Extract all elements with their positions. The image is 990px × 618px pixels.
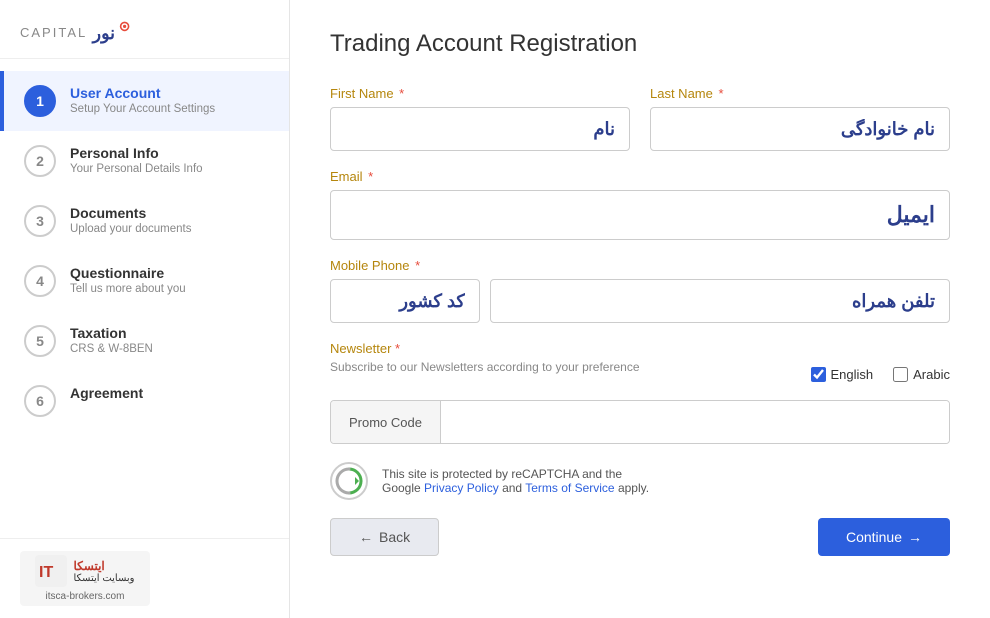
sidebar-item-documents[interactable]: 3 Documents Upload your documents xyxy=(0,191,289,251)
step-sub-5: CRS & W-8BEN xyxy=(70,343,269,355)
recaptcha-icon xyxy=(330,462,368,500)
step-number-2: 2 xyxy=(24,145,56,177)
first-name-group: First Name * xyxy=(330,86,630,151)
step-title-4: Questionnaire xyxy=(70,265,269,281)
sidebar-item-questionnaire[interactable]: 4 Questionnaire Tell us more about you xyxy=(0,251,289,311)
last-name-group: Last Name * xyxy=(650,86,950,151)
sidebar-item-agreement[interactable]: 6 Agreement xyxy=(0,371,289,431)
recaptcha-svg xyxy=(335,467,363,495)
phone-number-input[interactable] xyxy=(490,279,950,323)
promo-input[interactable] xyxy=(441,401,949,443)
phone-row xyxy=(330,279,950,323)
email-group: Email * xyxy=(330,169,950,240)
back-button[interactable]: ← Back xyxy=(330,518,439,556)
newsletter-row: Newsletter * Subscribe to our Newsletter… xyxy=(330,341,950,382)
main-content: Trading Account Registration First Name … xyxy=(290,0,990,618)
step-content-5: Taxation CRS & W-8BEN xyxy=(70,325,269,355)
step-sub-3: Upload your documents xyxy=(70,223,269,235)
promo-label: Promo Code xyxy=(331,401,441,443)
email-input[interactable] xyxy=(330,190,950,240)
recaptcha-text-1: This site is protected by reCAPTCHA and … xyxy=(382,467,622,481)
sidebar-item-taxation[interactable]: 5 Taxation CRS & W-8BEN xyxy=(0,311,289,371)
recaptcha-row: This site is protected by reCAPTCHA and … xyxy=(330,462,950,500)
sidebar-item-personal-info[interactable]: 2 Personal Info Your Personal Details In… xyxy=(0,131,289,191)
step-title-2: Personal Info xyxy=(70,145,269,161)
newsletter-options: English Arabic xyxy=(811,367,951,382)
name-row: First Name * Last Name * xyxy=(330,86,950,151)
newsletter-arabic-checkbox[interactable] xyxy=(893,367,908,382)
back-arrow-icon: ← xyxy=(359,529,373,545)
step-title-1: User Account xyxy=(70,85,269,101)
logo: CAPITAL نور xyxy=(20,18,131,46)
logo-area: CAPITAL نور xyxy=(0,0,289,59)
step-title-3: Documents xyxy=(70,205,269,221)
recaptcha-text-2: Google xyxy=(382,481,421,495)
newsletter-arabic-label: Arabic xyxy=(913,367,950,382)
sidebar-bottom: IT ایتسکا وبسایت ایتسکا itsca-brokers.co… xyxy=(0,538,289,618)
recaptcha-text: This site is protected by reCAPTCHA and … xyxy=(382,467,649,495)
back-label: Back xyxy=(379,529,410,545)
itsca-icon: IT xyxy=(35,555,67,587)
step-title-5: Taxation xyxy=(70,325,269,341)
itsca-url: itsca-brokers.com xyxy=(46,591,125,602)
itsca-title: ایتسکا xyxy=(73,559,134,573)
newsletter-section: Newsletter * Subscribe to our Newsletter… xyxy=(330,341,950,382)
logo-icon: نور xyxy=(91,18,131,46)
first-name-label: First Name * xyxy=(330,86,630,101)
email-label: Email * xyxy=(330,169,950,184)
step-number-4: 4 xyxy=(24,265,56,297)
first-name-input[interactable] xyxy=(330,107,630,151)
continue-arrow-icon: → xyxy=(908,529,922,545)
svg-text:IT: IT xyxy=(39,564,53,581)
page-title: Trading Account Registration xyxy=(330,30,950,58)
newsletter-sub: Subscribe to our Newsletters according t… xyxy=(330,360,640,374)
terms-link[interactable]: Terms of Service xyxy=(525,481,614,495)
phone-group: Mobile Phone * xyxy=(330,258,950,323)
newsletter-arabic-option[interactable]: Arabic xyxy=(893,367,950,382)
newsletter-english-label: English xyxy=(831,367,874,382)
last-name-input[interactable] xyxy=(650,107,950,151)
step-number-6: 6 xyxy=(24,385,56,417)
phone-label: Mobile Phone * xyxy=(330,258,950,273)
svg-text:نور: نور xyxy=(91,23,115,44)
itsca-logo: IT ایتسکا وبسایت ایتسکا itsca-brokers.co… xyxy=(20,551,150,606)
step-title-6: Agreement xyxy=(70,385,269,401)
privacy-policy-link[interactable]: Privacy Policy xyxy=(424,481,499,495)
phone-code-input[interactable] xyxy=(330,279,480,323)
step-number-3: 3 xyxy=(24,205,56,237)
continue-button[interactable]: Continue → xyxy=(818,518,950,556)
step-content-4: Questionnaire Tell us more about you xyxy=(70,265,269,295)
sidebar-item-user-account[interactable]: 1 User Account Setup Your Account Settin… xyxy=(0,71,289,131)
step-content-6: Agreement xyxy=(70,385,269,403)
newsletter-english-option[interactable]: English xyxy=(811,367,874,382)
newsletter-label: Newsletter * xyxy=(330,341,640,356)
step-content-2: Personal Info Your Personal Details Info xyxy=(70,145,269,175)
step-sub-1: Setup Your Account Settings xyxy=(70,103,269,115)
apply-text: apply. xyxy=(618,481,649,495)
promo-row: Promo Code xyxy=(330,400,950,444)
newsletter-left: Newsletter * Subscribe to our Newsletter… xyxy=(330,341,640,382)
step-sub-4: Tell us more about you xyxy=(70,283,269,295)
step-sub-2: Your Personal Details Info xyxy=(70,163,269,175)
step-content-3: Documents Upload your documents xyxy=(70,205,269,235)
step-content-1: User Account Setup Your Account Settings xyxy=(70,85,269,115)
step-number-5: 5 xyxy=(24,325,56,357)
buttons-row: ← Back Continue → xyxy=(330,518,950,556)
sidebar-steps: 1 User Account Setup Your Account Settin… xyxy=(0,59,289,538)
and-text: and xyxy=(502,481,522,495)
step-number-1: 1 xyxy=(24,85,56,117)
last-name-label: Last Name * xyxy=(650,86,950,101)
newsletter-english-checkbox[interactable] xyxy=(811,367,826,382)
sidebar: CAPITAL نور 1 User Account Setup Your Ac… xyxy=(0,0,290,618)
continue-label: Continue xyxy=(846,529,902,545)
itsca-subtitle: وبسایت ایتسکا xyxy=(73,573,134,584)
logo-capital: CAPITAL xyxy=(20,25,87,40)
